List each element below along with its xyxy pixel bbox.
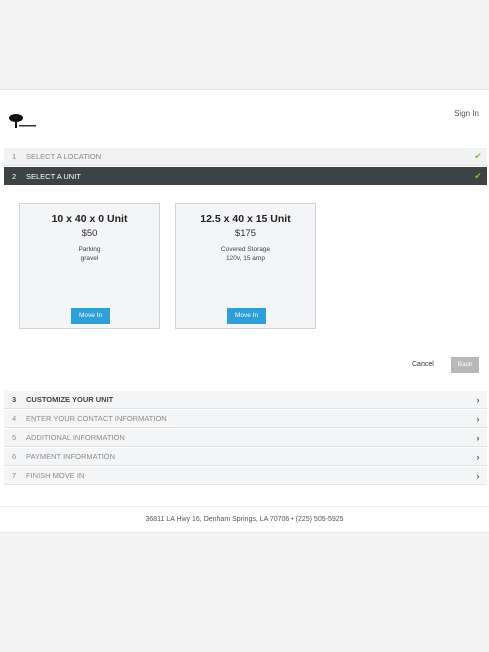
step-number: 1 — [12, 152, 17, 161]
step-contact-information[interactable]: 4 ENTER YOUR CONTACT INFORMATION › — [4, 410, 487, 428]
step-select-unit[interactable]: 2 SELECT A UNIT ✔ — [4, 167, 487, 185]
footer-address: 36811 LA Hwy 16, Denham Springs, LA 7070… — [145, 516, 344, 523]
unit-detail: gravel — [80, 255, 99, 262]
unit-title: 10 x 40 x 0 Unit — [51, 213, 128, 225]
chevron-right-icon: › — [476, 451, 480, 462]
step-label: ADDITIONAL INFORMATION — [26, 433, 125, 442]
step-select-location[interactable]: 1 SELECT A LOCATION ✔ — [4, 148, 487, 166]
step-number: 7 — [12, 471, 17, 480]
unit-price: $175 — [234, 228, 257, 239]
move-in-button[interactable]: Move In — [227, 308, 266, 324]
check-icon: ✔ — [474, 170, 482, 181]
step-label: PAYMENT INFORMATION — [26, 452, 116, 461]
step-number: 4 — [12, 414, 17, 423]
unit-title: 12.5 x 40 x 15 Unit — [200, 213, 291, 225]
step-label: SELECT A UNIT — [26, 171, 81, 181]
step-additional-information[interactable]: 5 ADDITIONAL INFORMATION › — [4, 429, 487, 447]
step-label: ENTER YOUR CONTACT INFORMATION — [26, 414, 167, 423]
tree-logo-icon[interactable] — [8, 112, 38, 130]
step-customize-unit[interactable]: 3 CUSTOMIZE YOUR UNIT › — [4, 391, 487, 409]
step-finish-move-in[interactable]: 7 FINISH MOVE IN › — [4, 467, 487, 485]
step-label: CUSTOMIZE YOUR UNIT — [26, 395, 114, 404]
unit-detail: 120v, 15 amp — [226, 255, 265, 262]
chevron-right-icon: › — [476, 470, 480, 481]
step-number: 6 — [12, 452, 17, 461]
sign-in-link[interactable]: Sign In — [454, 109, 479, 118]
chevron-right-icon: › — [476, 394, 480, 405]
step-number: 3 — [12, 395, 17, 404]
unit-card: 12.5 x 40 x 15 Unit $175 Covered Storage… — [175, 203, 316, 329]
unit-price: $50 — [81, 228, 98, 239]
header: Sign In — [0, 90, 489, 145]
step-label: FINISH MOVE IN — [26, 471, 85, 480]
step-label: SELECT A LOCATION — [26, 152, 102, 161]
page-container: Sign In 1 SELECT A LOCATION ✔ 2 SELECT A… — [0, 89, 489, 533]
cancel-button[interactable]: Cancel — [412, 361, 434, 368]
chevron-right-icon: › — [476, 413, 480, 424]
footer-divider — [0, 506, 489, 507]
unit-card: 10 x 40 x 0 Unit $50 Parking gravel Move… — [19, 203, 160, 329]
back-button[interactable]: Back — [451, 357, 479, 373]
chevron-right-icon: › — [476, 432, 480, 443]
check-icon: ✔ — [474, 151, 482, 161]
step-number: 5 — [12, 433, 17, 442]
step-number: 2 — [12, 171, 17, 181]
move-in-button[interactable]: Move In — [71, 308, 110, 324]
step-payment-information[interactable]: 6 PAYMENT INFORMATION › — [4, 448, 487, 466]
unit-description: Parking — [78, 246, 101, 253]
unit-description: Covered Storage — [220, 246, 271, 253]
